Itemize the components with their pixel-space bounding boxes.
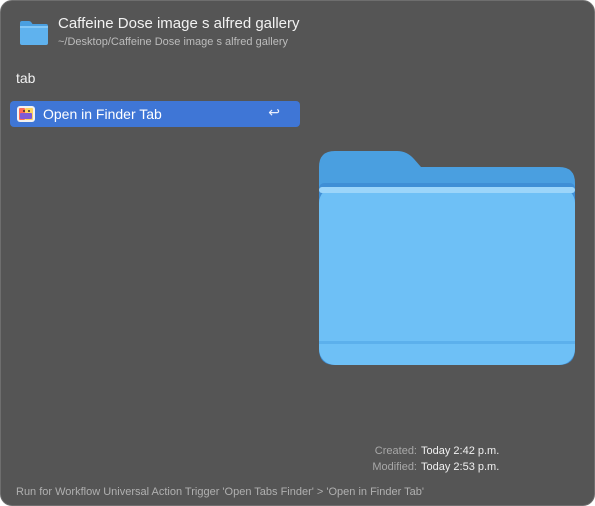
selected-item-header: Caffeine Dose image s alfred gallery ~/D…: [1, 1, 594, 61]
file-metadata: Created: Today 2:42 p.m. Modified: Today…: [301, 443, 581, 475]
search-query[interactable]: tab: [16, 70, 35, 86]
alfred-window: Caffeine Dose image s alfred gallery ~/D…: [0, 0, 595, 506]
item-title: Caffeine Dose image s alfred gallery: [58, 15, 300, 32]
result-open-in-finder-tab[interactable]: Open in Finder Tab ↩: [10, 101, 300, 127]
result-label: Open in Finder Tab: [43, 106, 162, 122]
created-row: Created: Today 2:42 p.m.: [301, 443, 581, 459]
workflow-footer: Run for Workflow Universal Action Trigge…: [16, 486, 424, 498]
finder-icon: [16, 105, 36, 123]
modified-value: Today 2:53 p.m.: [421, 461, 500, 473]
folder-icon: [19, 20, 49, 46]
folder-preview-icon: [317, 149, 577, 367]
modified-row: Modified: Today 2:53 p.m.: [301, 459, 581, 475]
created-label: Created:: [374, 445, 417, 457]
modified-label: Modified:: [372, 461, 417, 473]
action-results-list: Open in Finder Tab ↩: [10, 101, 300, 127]
item-path: ~/Desktop/Caffeine Dose image s alfred g…: [58, 36, 289, 48]
return-key-icon: ↩: [268, 105, 280, 121]
created-value: Today 2:42 p.m.: [421, 445, 500, 457]
